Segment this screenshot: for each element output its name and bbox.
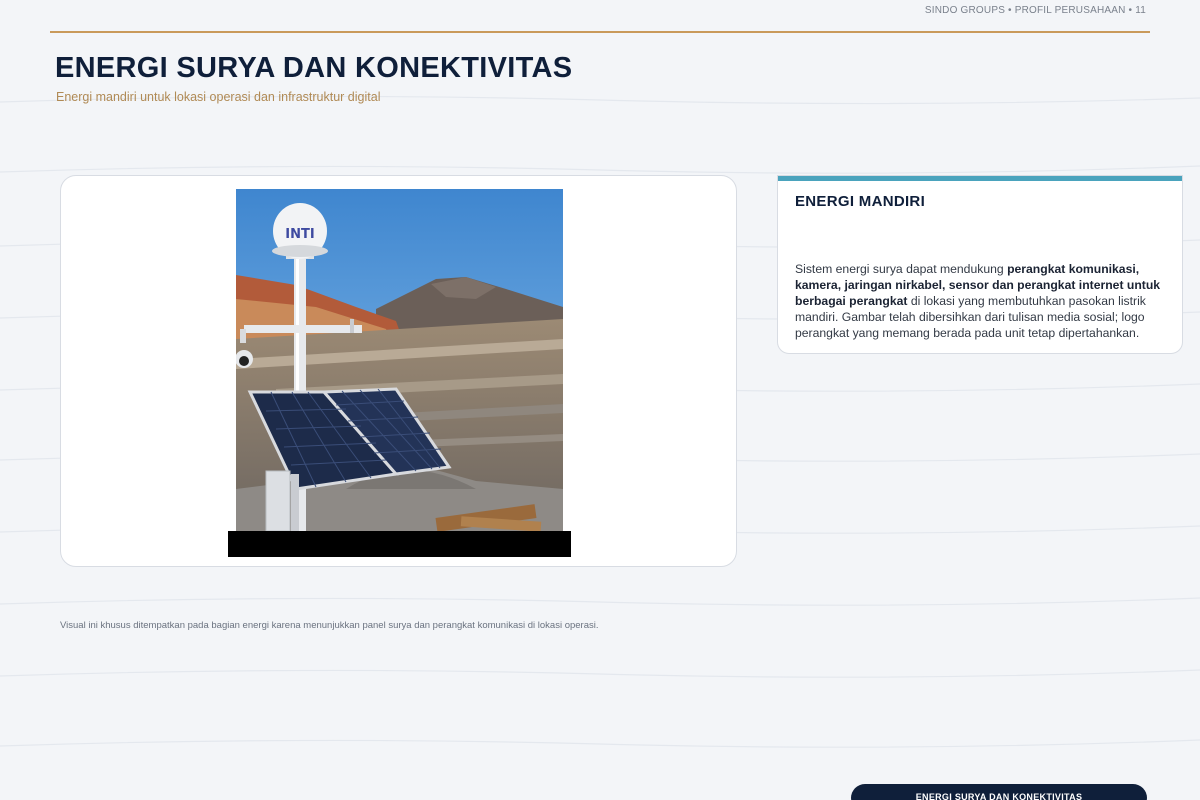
redaction-bar	[228, 531, 571, 557]
dome-logo: INTI	[285, 227, 314, 242]
image-caption: Visual ini khusus ditempatkan pada bagia…	[60, 620, 599, 631]
info-card-body: Sistem energi surya dapat mendukung pera…	[795, 261, 1171, 341]
page-title: ENERGI SURYA DAN KONEKTIVITAS	[55, 52, 573, 84]
footer-section-pill: ENERGI SURYA DAN KONEKTIVITAS	[851, 784, 1147, 800]
page-subtitle: Energi mandiri untuk lokasi operasi dan …	[56, 90, 381, 104]
header-divider	[50, 31, 1150, 33]
info-body-intro: Sistem energi surya dapat mendukung	[795, 262, 1008, 276]
image-card: INTI	[60, 175, 737, 567]
header-meta: SINDO GROUPS • PROFIL PERUSAHAAN • 11	[924, 5, 1146, 16]
info-card-title: ENERGI MANDIRI	[795, 193, 926, 210]
info-card-accent	[778, 176, 1182, 181]
info-card: ENERGI MANDIRI Sistem energi surya dapat…	[777, 175, 1183, 354]
solar-site-photo: INTI	[236, 189, 563, 531]
